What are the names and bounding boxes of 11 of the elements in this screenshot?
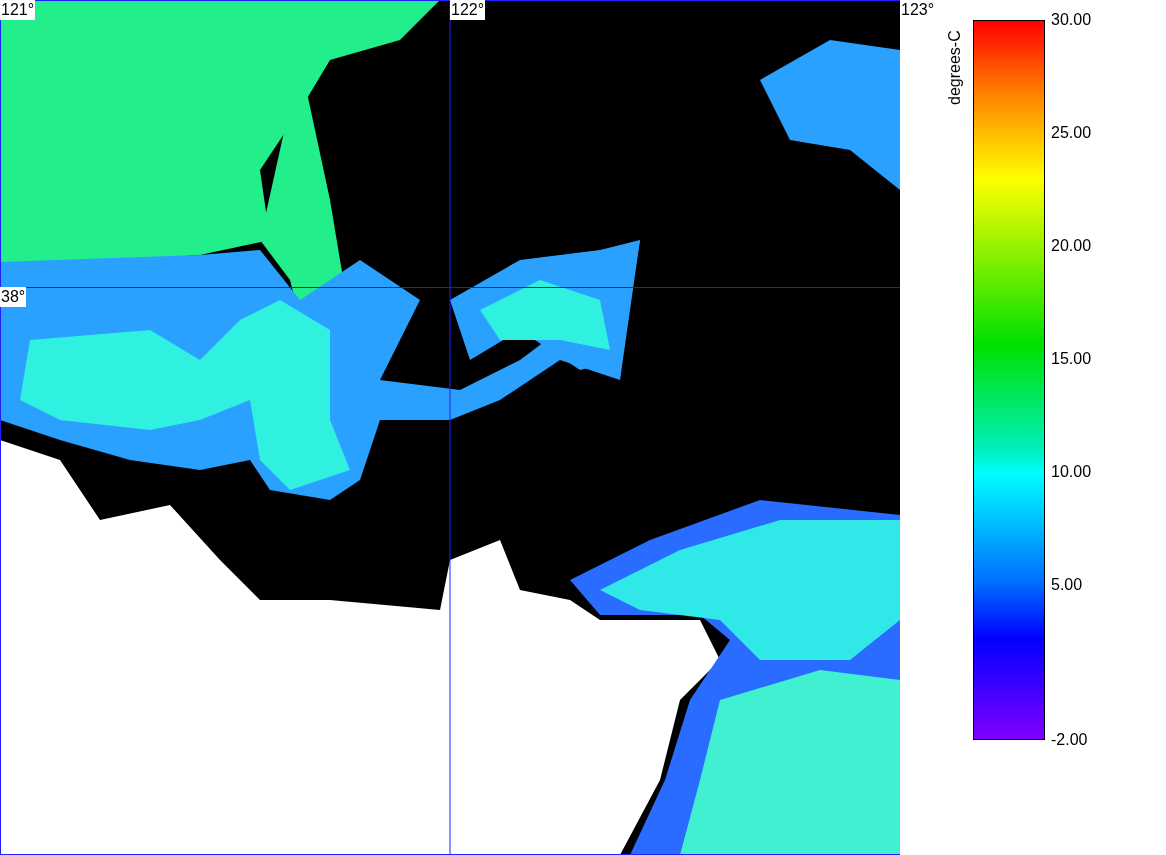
longitude-label: 122° [450,0,486,20]
colorbar-tick-label: -2.00 [1050,730,1088,750]
colorbar-title: degrees-C [945,29,964,108]
colorbar-tick-label: 5.00 [1050,575,1083,595]
colorbar-tick-label: 30.00 [1050,10,1092,30]
colorbar-tick-label: 20.00 [1050,236,1092,256]
colorbar-tick-label: 15.00 [1050,349,1092,369]
colorbar-tick-label: 10.00 [1050,462,1092,482]
latitude-label: 38° [0,287,27,307]
longitude-label: 121° [0,0,36,20]
colorbar-tick-label: 25.00 [1050,123,1092,143]
